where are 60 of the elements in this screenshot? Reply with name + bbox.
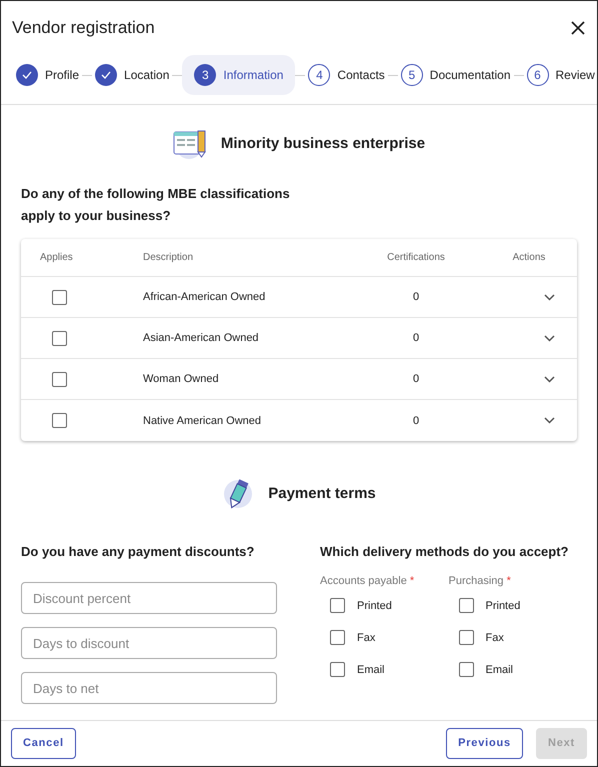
checkbox[interactable] xyxy=(458,662,474,678)
table-cell-text: 0 xyxy=(412,414,420,429)
step-number: 5 xyxy=(400,64,423,86)
form-icon xyxy=(172,129,207,160)
section-heading: Minority business enterprise xyxy=(220,135,426,154)
checkbox[interactable] xyxy=(52,290,67,305)
check-icon xyxy=(95,64,118,86)
check-icon xyxy=(16,64,38,86)
step-tab[interactable]: 5 Documentation xyxy=(398,55,514,96)
input-field[interactable]: Days to net xyxy=(21,672,277,704)
table-cell-text: 0 xyxy=(412,331,420,346)
table-cell-text: African-American Owned xyxy=(143,290,266,306)
section-heading: Payment terms xyxy=(268,485,376,504)
step-tab[interactable]: 4 Contacts xyxy=(305,55,388,96)
dialog-title: Vendor registration xyxy=(12,18,155,38)
step-number: 6 xyxy=(526,64,548,86)
checkbox[interactable] xyxy=(52,372,67,387)
table-cell-text: Asian-American Owned xyxy=(143,331,260,346)
close-button[interactable] xyxy=(569,19,587,38)
pencil-icon xyxy=(222,477,254,512)
input-field[interactable]: Discount percent xyxy=(21,582,277,614)
column-header: Actions xyxy=(512,251,546,266)
expand-chevron-icon[interactable] xyxy=(544,417,555,424)
question-text: Do you have any payment discounts? xyxy=(21,543,256,562)
checkbox[interactable] xyxy=(330,662,345,678)
checkbox[interactable] xyxy=(52,330,67,346)
question-text: Which delivery methods do you accept? xyxy=(320,543,570,562)
table-cell-text: 0 xyxy=(412,290,420,306)
column-header: Applies xyxy=(40,251,73,266)
footer-button[interactable]: Cancel xyxy=(11,728,76,759)
checkbox[interactable] xyxy=(458,598,474,614)
checkbox[interactable] xyxy=(330,630,345,646)
step-tab[interactable]: Location xyxy=(92,55,172,96)
table-cell-text: Native American Owned xyxy=(143,414,262,429)
step-tab[interactable]: Profile xyxy=(13,55,82,96)
field-label: Purchasing * xyxy=(448,574,512,590)
table-cell-text: 0 xyxy=(412,372,420,388)
checkbox[interactable] xyxy=(52,413,67,428)
field-label: Accounts payable * xyxy=(320,574,416,590)
column-header: Certifications xyxy=(387,251,445,266)
step-number: 4 xyxy=(308,64,330,86)
checkbox-label: Printed xyxy=(357,598,392,614)
checkbox-label: Email xyxy=(486,662,514,678)
checkbox-label: Fax xyxy=(486,630,504,646)
expand-chevron-icon[interactable] xyxy=(544,376,555,383)
checkbox-label: Email xyxy=(357,662,385,678)
question-text: Do any of the following MBE classifications apply to your business? xyxy=(21,185,291,226)
checkbox-label: Fax xyxy=(357,630,376,646)
table-cell-text: Woman Owned xyxy=(143,372,220,388)
column-header: Description xyxy=(143,251,194,266)
expand-chevron-icon[interactable] xyxy=(544,334,555,342)
input-field[interactable]: Days to discount xyxy=(21,627,277,660)
checkbox[interactable] xyxy=(458,630,474,646)
step-number: 3 xyxy=(194,64,216,86)
footer-button[interactable]: Previous xyxy=(446,728,523,759)
step-tab[interactable]: 3 Information xyxy=(182,55,296,96)
step-tab[interactable]: 6 Review xyxy=(524,55,598,96)
expand-chevron-icon[interactable] xyxy=(544,294,555,301)
checkbox[interactable] xyxy=(330,598,345,614)
checkbox-label: Printed xyxy=(486,598,520,614)
